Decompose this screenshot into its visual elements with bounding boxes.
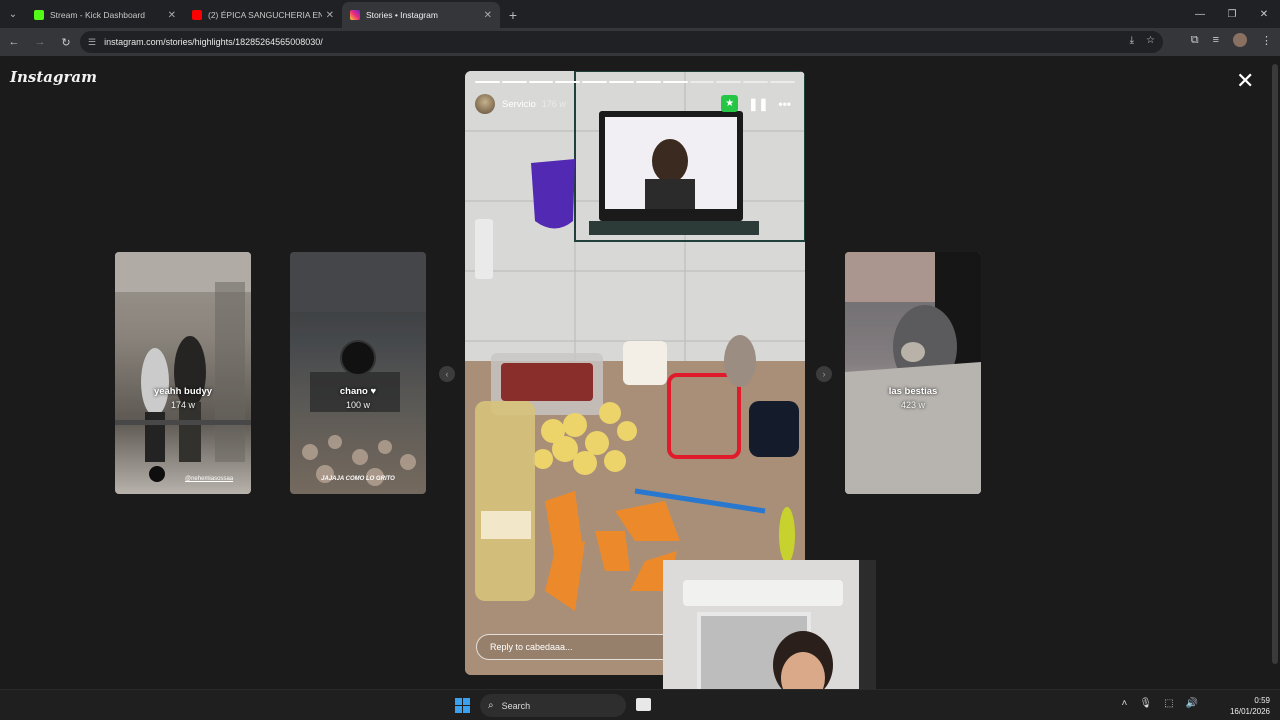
system-tray: ˄ 🎙 ⬚ 🔊 — [1122, 698, 1198, 709]
tab-instagram-stories[interactable]: Stories • Instagram ✕ — [342, 2, 500, 28]
tab-close-icon[interactable]: ✕ — [326, 10, 334, 21]
windows-taskbar: ⌕ Search ˄ 🎙 ⬚ 🔊 0:59 16/01/2026 — [0, 689, 1280, 720]
side-story-name-text: chano ♥ — [339, 386, 377, 397]
side-story-las-bestias[interactable]: las bestias 423 w — [845, 252, 981, 494]
tab-kick-dashboard[interactable]: Stream - Kick Dashboard ✕ — [26, 2, 184, 28]
pause-icon[interactable]: ❚❚ — [748, 97, 768, 111]
story-caption: JAJAJA COMO LO GRITO — [321, 476, 395, 482]
instagram-logo[interactable]: Instagram — [10, 68, 97, 86]
more-horizontal-icon[interactable]: ••• — [778, 97, 791, 111]
kick-favicon-icon — [34, 10, 44, 20]
site-info-icon[interactable]: ☰ — [88, 37, 96, 48]
volume-icon[interactable]: 🔊 — [1186, 698, 1198, 709]
youtube-favicon-icon — [192, 10, 202, 20]
microphone-icon[interactable]: 🎙 — [1139, 698, 1152, 709]
media-controls-icon[interactable]: ≡ — [1213, 34, 1219, 46]
side-story-age: 100 w — [345, 400, 371, 410]
tab-search-chevron-icon[interactable]: ⌄ — [0, 0, 26, 28]
side-story-overlay — [115, 252, 251, 494]
side-story-age: 174 w — [170, 400, 196, 410]
side-story-avatar — [340, 340, 376, 376]
tab-close-icon[interactable]: ✕ — [484, 10, 492, 21]
close-window-icon[interactable]: ✕ — [1248, 0, 1280, 28]
tab-label: (2) ÉPICA SANGUCHERIA EN EL — [208, 10, 322, 20]
instagram-favicon-icon — [350, 10, 360, 20]
progress-segment — [501, 81, 527, 83]
side-story-name: las bestias — [888, 386, 938, 397]
progress-segment — [743, 81, 769, 83]
back-arrow-icon[interactable]: ← — [2, 30, 26, 54]
chevron-up-icon[interactable]: ˄ — [1122, 698, 1128, 709]
progress-segment — [635, 81, 661, 83]
progress-segment — [528, 81, 554, 83]
progress-segment — [770, 81, 795, 83]
reload-icon[interactable]: ↻ — [54, 30, 78, 54]
taskbar-search[interactable]: ⌕ Search — [480, 694, 626, 717]
side-story-age: 423 w — [900, 400, 926, 410]
profile-avatar[interactable] — [1233, 33, 1247, 47]
close-stories-icon[interactable]: ✕ — [1236, 70, 1254, 92]
page-scrollbar[interactable] — [1272, 58, 1278, 686]
network-icon[interactable]: ⬚ — [1164, 698, 1173, 709]
address-bar[interactable]: ☰ instagram.com/stories/highlights/18285… — [80, 31, 1163, 53]
progress-segment — [582, 81, 608, 83]
side-story-overlay — [845, 252, 981, 494]
new-tab-button[interactable]: + — [500, 2, 526, 28]
tab-close-icon[interactable]: ✕ — [168, 10, 176, 21]
side-story-name: chano ♥ — [290, 386, 426, 397]
side-story-yeahh-budyy[interactable]: yeahh budyy 174 w @nehemiasossaa — [115, 252, 251, 494]
story-author-avatar[interactable] — [475, 94, 495, 114]
progress-segment — [555, 81, 581, 83]
window-controls: — ❐ ✕ — [1184, 0, 1280, 28]
star-icon[interactable]: ★ — [721, 95, 739, 112]
story-header: Servicio 176 w — [475, 93, 566, 115]
taskbar-search-label: Search — [501, 700, 531, 711]
minimize-icon[interactable]: — — [1184, 0, 1216, 28]
tab-youtube[interactable]: (2) ÉPICA SANGUCHERIA EN EL ✕ — [184, 2, 342, 28]
progress-segment — [716, 81, 742, 83]
bookmark-star-icon[interactable]: ☆ — [1146, 35, 1155, 46]
install-app-icon[interactable]: ⤓ — [1130, 35, 1134, 46]
side-story-name: yeahh budyy — [153, 386, 213, 397]
tab-label: Stream - Kick Dashboard — [50, 10, 145, 20]
progress-segment — [609, 81, 634, 83]
progress-segment — [475, 81, 500, 83]
stories-page: Instagram ✕ yeahh budyy 174 w @nehemiaso… — [0, 56, 1280, 689]
story-progress-bar — [475, 81, 795, 83]
story-age: 176 w — [541, 99, 566, 109]
url-text: instagram.com/stories/highlights/1828526… — [104, 37, 323, 47]
progress-segment — [689, 81, 715, 83]
side-story-chano[interactable]: chano ♥ 100 w JAJAJA COMO LO GRITO — [290, 252, 426, 494]
story-author-name[interactable]: Servicio — [502, 99, 536, 110]
forward-arrow-icon[interactable]: → — [28, 30, 52, 54]
clock-time: 0:59 — [1254, 696, 1270, 705]
progress-segment — [662, 81, 688, 83]
task-view-icon[interactable] — [636, 698, 651, 711]
extensions-icon[interactable]: ⧉ — [1191, 34, 1199, 47]
windows-start-icon[interactable] — [455, 698, 470, 713]
browser-menu-icon[interactable]: ⋮ — [1261, 34, 1272, 47]
clock-date: 16/01/2026 — [1229, 707, 1270, 716]
mention-handle: @nehemiasossaa — [185, 476, 234, 482]
previous-story-arrow-icon[interactable]: ‹ — [439, 366, 455, 382]
next-story-arrow-icon[interactable]: › — [816, 366, 832, 382]
search-icon: ⌕ — [488, 700, 494, 711]
restore-icon[interactable]: ❐ — [1216, 0, 1248, 28]
scrollbar-thumb[interactable] — [1272, 64, 1278, 664]
system-clock[interactable]: 0:59 16/01/2026 — [1230, 695, 1270, 717]
reply-input[interactable]: Reply to cabedaaa... — [476, 634, 676, 660]
browser-toolbar: ← → ↻ ☰ instagram.com/stories/highlights… — [0, 28, 1280, 56]
browser-tab-bar: ⌄ Stream - Kick Dashboard ✕ (2) ÉPICA SA… — [0, 0, 1280, 28]
tab-label: Stories • Instagram — [366, 10, 438, 20]
story-controls: ★ ❚❚ ••• — [721, 95, 791, 112]
